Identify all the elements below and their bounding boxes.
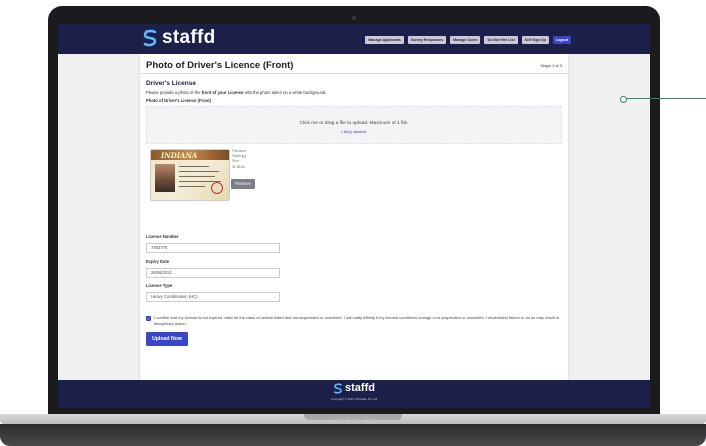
brand-logo[interactable]: staffd: [142, 27, 216, 49]
camera-icon: [352, 16, 356, 20]
photo-field-label: Photo of Driver's Licence (Front): [146, 98, 211, 103]
logout-button[interactable]: Logout: [552, 36, 571, 44]
licence-number-input[interactable]: 7483778: [146, 243, 280, 253]
chevron-down-icon: ⌄: [272, 294, 276, 299]
upload-now-button[interactable]: Upload Now: [146, 332, 188, 346]
license-thumbnail: INDIANA: [150, 149, 230, 201]
title-divider: [140, 73, 568, 74]
license-state: INDIANA: [161, 151, 198, 160]
callout-line: [626, 98, 706, 99]
file-metadata: Filename Staffd.jpg Size 31.88 kb: [232, 149, 247, 169]
device-model-label: MacBook Pro: [331, 417, 375, 424]
site-footer: staffd Copyright © 2021 Schrable Pty Ltd: [58, 380, 650, 408]
page-title: Photo of Driver's Licence (Front): [146, 60, 294, 71]
main-nav: Manage Applicants Survey Responses Manag…: [365, 36, 571, 44]
licence-type-label: Licence Type: [146, 283, 173, 288]
stage-indicator: Stage 1 of 3: [540, 63, 562, 68]
nav-do-not-hire-list[interactable]: Do Not Hire List: [484, 36, 518, 44]
license-seal-icon: [211, 182, 223, 194]
nav-manage-applicants[interactable]: Manage Applicants: [365, 36, 404, 44]
footer-brand-name: staffd: [345, 382, 375, 394]
license-portrait: [155, 164, 175, 192]
footer-logo: staffd: [58, 382, 650, 394]
dropzone-file-count: 1 file(s) attached.: [340, 130, 367, 134]
licence-type-value: Heavy Combination (HC): [151, 294, 198, 299]
confirm-text: I confirm that my license is not expired…: [154, 315, 560, 326]
instructions-emphasis: front of your License: [201, 90, 244, 95]
form-card: Photo of Driver's Licence (Front) Stage …: [140, 54, 568, 388]
brand-name: staffd: [162, 27, 216, 48]
dropzone-text: Click me or drag a file to upload. Maxim…: [299, 121, 409, 126]
file-size: 31.88 kb: [232, 164, 246, 169]
nav-survey-responses[interactable]: Survey Responses: [407, 36, 447, 44]
licence-type-select[interactable]: Heavy Combination (HC) ⌄: [146, 292, 280, 302]
nav-manage-users[interactable]: Manage Users: [450, 36, 481, 44]
section-title: Driver's License: [146, 80, 196, 87]
remove-file-button[interactable]: Remove: [231, 179, 255, 189]
nav-self-sign-up[interactable]: Self Sign Up: [521, 36, 549, 44]
file-dropzone[interactable]: Click me or drag a file to upload. Maxim…: [146, 106, 562, 144]
confirm-checkbox[interactable]: ✓: [146, 316, 151, 321]
copyright-text: Copyright © 2021 Schrable Pty Ltd: [330, 397, 378, 401]
laptop-base: [0, 424, 706, 446]
licence-number-label: Licence Number: [146, 234, 179, 239]
expiry-date-input[interactable]: 28/06/2021: [146, 268, 280, 278]
expiry-date-label: Expiry Date: [146, 259, 170, 264]
staffd-logo-icon: [334, 382, 342, 394]
staffd-logo-icon: [143, 29, 157, 47]
browser-screen: staffd Manage Applicants Survey Response…: [58, 24, 650, 408]
instructions: Please provide a photo of the front of y…: [146, 90, 327, 95]
site-header: staffd Manage Applicants Survey Response…: [58, 24, 650, 54]
